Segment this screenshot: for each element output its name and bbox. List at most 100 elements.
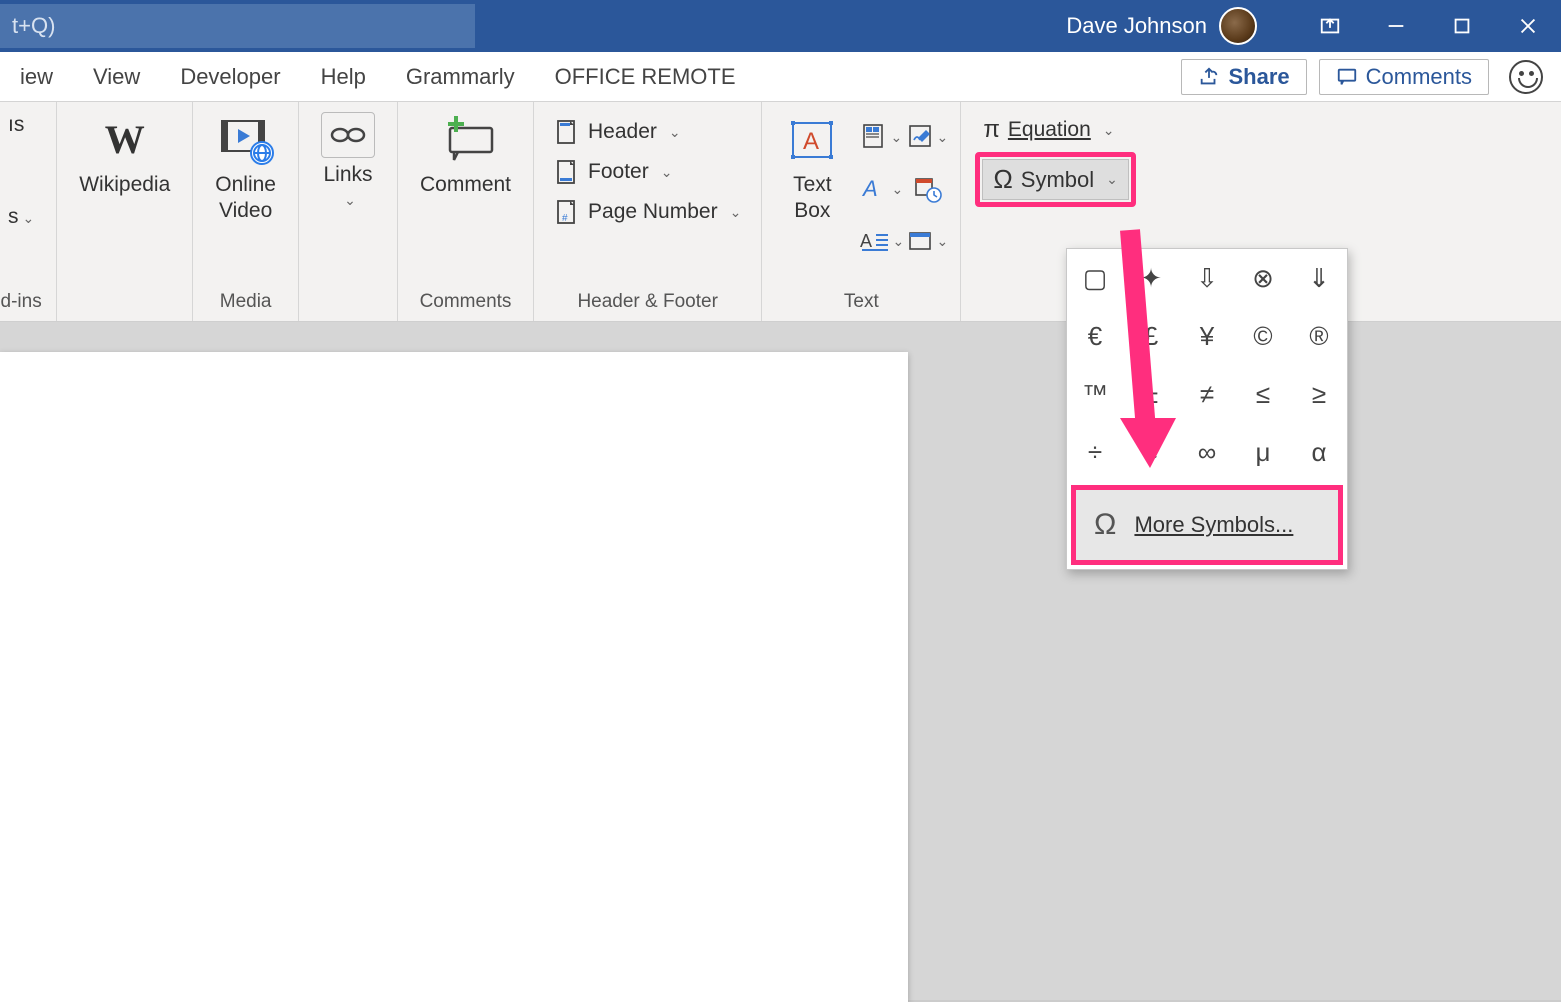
- equation-label: Equation: [1008, 118, 1091, 142]
- symbol-item[interactable]: α: [1291, 423, 1347, 481]
- symbol-button-highlight: Ω Symbol ⌄: [975, 152, 1136, 207]
- document-page[interactable]: [0, 352, 908, 1002]
- signature-line-button[interactable]: ⌄: [910, 114, 946, 160]
- quick-parts-button[interactable]: ⌄: [864, 114, 900, 160]
- new-comment-button[interactable]: Comment: [412, 108, 519, 202]
- wordart-button[interactable]: A⌄: [864, 166, 900, 212]
- tab-review-partial[interactable]: iew: [0, 52, 73, 101]
- date-time-icon: [914, 175, 942, 203]
- search-text-fragment: t+Q): [12, 13, 55, 39]
- comment-label: Comment: [420, 172, 511, 198]
- group-label-comments: Comments: [420, 285, 512, 321]
- tab-grammarly[interactable]: Grammarly: [386, 52, 535, 101]
- symbol-item[interactable]: ≥: [1291, 365, 1347, 423]
- header-dropdown[interactable]: Header⌄: [548, 116, 747, 148]
- wikipedia-icon: W: [97, 112, 153, 168]
- object-icon: [908, 229, 934, 253]
- title-bar: t+Q) Dave Johnson: [0, 0, 1561, 52]
- addin-button-partial[interactable]: ıs s⌄: [0, 108, 42, 235]
- group-label-text: Text: [844, 285, 879, 321]
- signature-icon: [908, 124, 934, 150]
- symbol-label: Symbol: [1021, 167, 1094, 193]
- group-label-header-footer: Header & Footer: [577, 285, 717, 321]
- svg-text:A: A: [861, 176, 878, 201]
- pi-icon: π: [983, 116, 1000, 144]
- tab-help[interactable]: Help: [301, 52, 386, 101]
- svg-text:A: A: [860, 231, 872, 251]
- omega-icon: Ω: [1094, 508, 1116, 542]
- svg-text:A: A: [803, 128, 819, 155]
- tab-office-remote[interactable]: OFFICE REMOTE: [535, 52, 756, 101]
- symbol-item[interactable]: ™: [1067, 365, 1123, 423]
- links-label: Links: [323, 163, 372, 186]
- close-button[interactable]: [1495, 0, 1561, 52]
- account-username[interactable]: Dave Johnson: [1066, 13, 1207, 39]
- minimize-button[interactable]: [1363, 0, 1429, 52]
- ribbon-tabs: iew View Developer Help Grammarly OFFICE…: [0, 52, 1561, 102]
- page-number-dropdown[interactable]: # Page Number⌄: [548, 196, 747, 228]
- header-icon: [554, 119, 580, 145]
- symbol-item[interactable]: ®: [1291, 307, 1347, 365]
- footer-dropdown[interactable]: Footer⌄: [548, 156, 747, 188]
- symbol-item[interactable]: ±: [1123, 365, 1179, 423]
- text-box-button[interactable]: A Text Box: [776, 108, 848, 229]
- more-symbols-button[interactable]: Ω More Symbols...: [1076, 490, 1338, 560]
- drop-cap-icon: A: [860, 229, 890, 253]
- symbol-item[interactable]: ▢: [1067, 249, 1123, 307]
- group-label-media: Media: [220, 285, 272, 321]
- comment-bubble-icon: [1336, 66, 1358, 88]
- footer-icon: [554, 159, 580, 185]
- object-button[interactable]: ⌄: [910, 218, 946, 264]
- links-button[interactable]: Links ⌄: [313, 108, 383, 214]
- wikipedia-button[interactable]: W Wikipedia: [71, 108, 178, 202]
- feedback-smile-icon[interactable]: [1509, 60, 1543, 94]
- online-video-label: Online Video: [215, 172, 276, 225]
- quick-parts-icon: [862, 123, 888, 151]
- online-video-button[interactable]: Online Video: [207, 108, 284, 229]
- account-avatar[interactable]: [1219, 7, 1257, 45]
- share-button[interactable]: Share: [1181, 59, 1306, 95]
- symbol-item[interactable]: ≠: [1179, 365, 1235, 423]
- page-number-label: Page Number: [588, 200, 718, 224]
- comment-icon: [438, 112, 494, 168]
- share-icon: [1198, 66, 1220, 88]
- text-box-icon: A: [784, 112, 840, 168]
- ribbon-display-options[interactable]: [1297, 0, 1363, 52]
- symbol-item[interactable]: ÷: [1067, 423, 1123, 481]
- omega-icon: Ω: [993, 164, 1012, 195]
- page-number-icon: #: [554, 199, 580, 225]
- symbol-item[interactable]: ≤: [1235, 365, 1291, 423]
- symbol-dropdown-button[interactable]: Ω Symbol ⌄: [982, 159, 1129, 200]
- share-label: Share: [1228, 64, 1289, 90]
- comments-button[interactable]: Comments: [1319, 59, 1489, 95]
- links-icon: [321, 112, 375, 158]
- drop-cap-button[interactable]: A⌄: [864, 218, 900, 264]
- symbol-item[interactable]: ⇩: [1179, 249, 1235, 307]
- symbol-item[interactable]: ×: [1123, 423, 1179, 481]
- svg-text:#: #: [562, 213, 568, 224]
- maximize-button[interactable]: [1429, 0, 1495, 52]
- symbol-item[interactable]: μ: [1235, 423, 1291, 481]
- symbol-grid: ▢ ✦ ⇩ ⊗ ⇓ € £ ¥ © ® ™ ± ≠ ≤ ≥ ÷ × ∞ μ α: [1067, 249, 1347, 481]
- group-label-addins: d-ins: [1, 285, 42, 321]
- symbol-item[interactable]: £: [1123, 307, 1179, 365]
- date-time-button[interactable]: [910, 166, 946, 212]
- tab-developer[interactable]: Developer: [160, 52, 300, 101]
- symbol-item[interactable]: ⇓: [1291, 249, 1347, 307]
- comments-label: Comments: [1366, 64, 1472, 90]
- tab-view[interactable]: View: [73, 52, 160, 101]
- tell-me-search[interactable]: t+Q): [0, 4, 475, 48]
- symbol-item[interactable]: ✦: [1123, 249, 1179, 307]
- symbol-gallery-dropdown: ▢ ✦ ⇩ ⊗ ⇓ € £ ¥ © ® ™ ± ≠ ≤ ≥ ÷ × ∞ μ α …: [1066, 248, 1348, 570]
- symbol-item[interactable]: €: [1067, 307, 1123, 365]
- symbol-item[interactable]: ©: [1235, 307, 1291, 365]
- more-symbols-label: More Symbols...: [1134, 512, 1293, 538]
- online-video-icon: [218, 112, 274, 168]
- symbol-item[interactable]: ¥: [1179, 307, 1235, 365]
- equation-dropdown[interactable]: π Equation ⌄: [975, 114, 1136, 146]
- text-box-label: Text Box: [793, 172, 832, 225]
- symbol-item[interactable]: ∞: [1179, 423, 1235, 481]
- symbol-item[interactable]: ⊗: [1235, 249, 1291, 307]
- wikipedia-label: Wikipedia: [79, 172, 170, 198]
- header-label: Header: [588, 120, 657, 144]
